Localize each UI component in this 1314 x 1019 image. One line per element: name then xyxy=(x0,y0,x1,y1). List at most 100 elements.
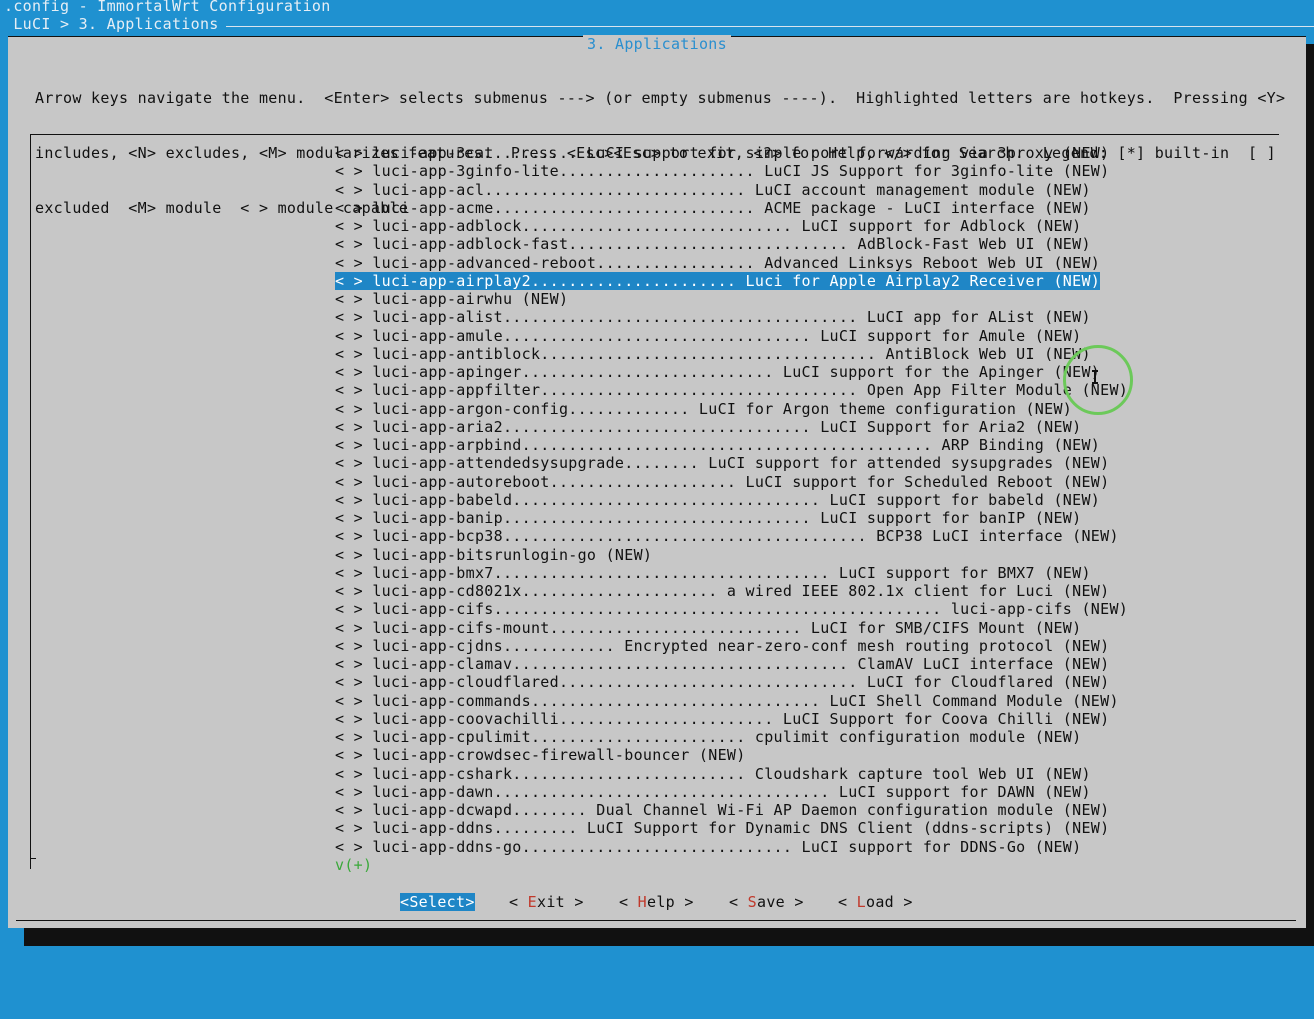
menu-item[interactable]: < > luci-app-cifs.......................… xyxy=(335,600,1128,618)
menu-item-checkbox[interactable]: < > xyxy=(335,655,372,673)
load-button[interactable]: < Load > xyxy=(838,893,913,911)
menu-item-checkbox[interactable]: < > xyxy=(335,162,372,180)
menu-item-checkbox[interactable]: < > xyxy=(335,381,372,399)
menu-item[interactable]: < > luci-app-ddns-go....................… xyxy=(335,838,1128,856)
menu-item[interactable]: < > luci-app-argon-config............. L… xyxy=(335,400,1128,418)
menu-item-text: luci-app-cshark.........................… xyxy=(372,764,1091,783)
menu-item-checkbox[interactable]: < > xyxy=(335,746,372,764)
menu-item[interactable]: < > luci-app-dawn.......................… xyxy=(335,783,1128,801)
more-items-indicator: v(+) xyxy=(335,855,373,874)
menu-item[interactable]: < > luci-app-airwhu (NEW) xyxy=(335,290,1128,308)
menu-item-checkbox[interactable]: < > xyxy=(335,345,372,363)
menu-item[interactable]: < > luci-app-crowdsec-firewall-bouncer (… xyxy=(335,746,1128,764)
menu-item-text: luci-app-dawn...........................… xyxy=(372,782,1091,801)
menu-item[interactable]: < > luci-app-acl........................… xyxy=(335,181,1128,199)
menu-item[interactable]: < > luci-app-bcp38......................… xyxy=(335,527,1128,545)
menu-item-checkbox[interactable]: < > xyxy=(335,235,372,253)
menu-item[interactable]: < > luci-app-appfilter..................… xyxy=(335,381,1128,399)
menu-item[interactable]: < > luci-app-babeld.....................… xyxy=(335,491,1128,509)
hotkey-letter: S xyxy=(747,893,758,911)
menu-item[interactable]: < > luci-app-cshark.....................… xyxy=(335,765,1128,783)
help-button[interactable]: < Help > xyxy=(619,893,694,911)
menu-item-checkbox[interactable]: < > xyxy=(335,509,372,527)
menu-item-checkbox[interactable]: < > xyxy=(335,327,372,345)
menu-item-checkbox[interactable]: < > xyxy=(335,564,372,582)
menu-item[interactable]: < > luci-app-dcwapd........ Dual Channel… xyxy=(335,801,1128,819)
menu-item-checkbox[interactable]: < > xyxy=(335,692,372,710)
menu-item[interactable]: < > luci-app-alist......................… xyxy=(335,308,1128,326)
menu-item-checkbox[interactable]: < > xyxy=(335,600,372,618)
menu-item[interactable]: < > luci-app-cifs-mount.................… xyxy=(335,619,1128,637)
menu-item-checkbox[interactable]: < > xyxy=(335,217,372,235)
menu-item[interactable]: < > luci-app-bitsrunlogin-go (NEW) xyxy=(335,546,1128,564)
menu-item[interactable]: < > luci-app-apinger....................… xyxy=(335,363,1128,381)
menu-item-checkbox[interactable]: < > xyxy=(335,400,372,418)
menu-item[interactable]: < > luci-app-coovachilli................… xyxy=(335,710,1128,728)
menu-item-checkbox[interactable]: < > xyxy=(335,436,372,454)
menu-item-checkbox[interactable]: < > xyxy=(335,527,372,545)
menu-item-checkbox[interactable]: < > xyxy=(335,308,372,326)
menu-item[interactable]: < > luci-app-autoreboot.................… xyxy=(335,473,1128,491)
menu-item[interactable]: < > luci-app-commands...................… xyxy=(335,692,1128,710)
menu-item[interactable]: < > luci-app-cpulimit...................… xyxy=(335,728,1128,746)
menu-item-checkbox[interactable]: < > xyxy=(335,765,372,783)
menu-item-checkbox[interactable]: < > xyxy=(335,673,372,691)
menu-item[interactable]: < > luci-app-banip......................… xyxy=(335,509,1128,527)
menu-item[interactable]: < > luci-app-acme.......................… xyxy=(335,199,1128,217)
menu-list-box-corner xyxy=(30,858,36,859)
menu-item-checkbox[interactable]: < > xyxy=(335,491,372,509)
help-line: Arrow keys navigate the menu. <Enter> se… xyxy=(35,88,1286,107)
menu-item-checkbox[interactable]: < > xyxy=(335,418,372,436)
menu-item[interactable]: < > luci-app-cd8021x....................… xyxy=(335,582,1128,600)
menu-item-checkbox[interactable]: < > xyxy=(335,290,372,308)
menu-item[interactable]: < > luci-app-3ginfo-lite................… xyxy=(335,162,1128,180)
menu-item[interactable]: < > luci-app-3cat......... LuCI support … xyxy=(335,144,1128,162)
menu-item[interactable]: < > luci-app-amule......................… xyxy=(335,327,1128,345)
menu-item[interactable]: < > luci-app-attendedsysupgrade........ … xyxy=(335,454,1128,472)
menu-item-text: luci-app-adblock........................… xyxy=(372,217,1082,235)
menu-item-text: luci-app-argon-config............. LuCI … xyxy=(372,399,1073,418)
menu-item[interactable]: < > luci-app-arpbind....................… xyxy=(335,436,1128,454)
menu-item-checkbox[interactable]: < > xyxy=(335,637,372,655)
menu-item[interactable]: < > luci-app-ddns......... LuCI Support … xyxy=(335,819,1128,837)
menu-item-text: luci-app-bitsrunlogin-go (NEW) xyxy=(372,545,653,564)
menu-item-text: luci-app-crowdsec-firewall-bouncer (NEW) xyxy=(372,746,746,765)
menu-item[interactable]: < > luci-app-adblock-fast...............… xyxy=(335,235,1128,253)
menu-item-checkbox[interactable]: < > xyxy=(335,199,372,217)
menu-item[interactable]: < > luci-app-airplay2...................… xyxy=(335,271,1128,290)
menu-item-checkbox[interactable]: < > xyxy=(335,254,372,272)
select-button[interactable]: <Select> xyxy=(400,893,475,911)
menu-item-checkbox[interactable]: < > xyxy=(335,546,372,564)
menu-item[interactable]: < > luci-app-bmx7.......................… xyxy=(335,564,1128,582)
menu-item-checkbox[interactable]: < > xyxy=(335,783,372,801)
menu-item-checkbox[interactable]: < > xyxy=(335,181,372,199)
menu-item[interactable]: < > luci-app-cloudflared................… xyxy=(335,673,1128,691)
save-button[interactable]: < Save > xyxy=(729,893,804,911)
menu-item[interactable]: < > luci-app-adblock....................… xyxy=(335,217,1128,235)
menu-item[interactable]: < > luci-app-advanced-reboot............… xyxy=(335,254,1128,272)
menu-item[interactable]: < > luci-app-aria2......................… xyxy=(335,418,1128,436)
menu-item-checkbox[interactable]: < > xyxy=(335,801,372,819)
menu-item-checkbox[interactable]: < > xyxy=(335,454,372,472)
menu-item-checkbox[interactable]: < > xyxy=(335,728,372,746)
menu-item[interactable]: < > luci-app-clamav.....................… xyxy=(335,655,1128,673)
exit-button[interactable]: < Exit > xyxy=(509,893,584,911)
menu-item-checkbox[interactable]: < > xyxy=(335,582,372,600)
menu-item-text: luci-app-ddns......... LuCI Support for … xyxy=(372,819,1110,838)
menu-item-checkbox[interactable]: < > xyxy=(335,838,372,856)
menu-list[interactable]: < > luci-app-3cat......... LuCI support … xyxy=(335,144,1128,874)
menu-item[interactable]: < > luci-app-cjdns............ Encrypted… xyxy=(335,637,1128,655)
menu-item-text: luci-app-airplay2...................... … xyxy=(372,271,1101,290)
menu-item-text: luci-app-aria2..........................… xyxy=(372,417,1082,436)
menu-item-checkbox[interactable]: < > xyxy=(335,144,372,162)
menu-item[interactable]: < > luci-app-antiblock..................… xyxy=(335,345,1128,363)
text-cursor-icon xyxy=(1092,370,1098,384)
menu-item-checkbox[interactable]: < > xyxy=(335,473,372,491)
menu-item-checkbox[interactable]: < > xyxy=(335,819,372,837)
menu-item-checkbox[interactable]: < > xyxy=(335,272,372,290)
menu-item-checkbox[interactable]: < > xyxy=(335,363,372,381)
menu-item-checkbox[interactable]: < > xyxy=(335,619,372,637)
menu-item-text: luci-app-babeld.........................… xyxy=(372,490,1101,509)
menu-item-checkbox[interactable]: < > xyxy=(335,710,372,728)
menu-item-text: luci-app-cifs...........................… xyxy=(372,600,1129,619)
